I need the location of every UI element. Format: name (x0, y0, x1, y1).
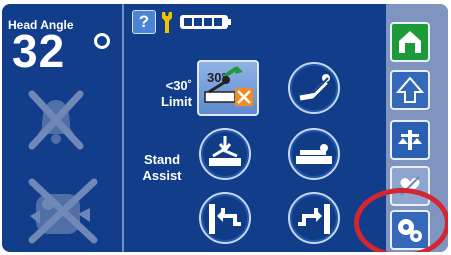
up-arrow-icon (395, 76, 425, 103)
alarm-bell-disabled-icon (22, 88, 90, 150)
limit-label-line-1: <30˚ (165, 78, 192, 93)
home-icon (399, 31, 421, 53)
battery-icon (179, 13, 233, 36)
wrench-icon (160, 10, 174, 34)
exit-right-button[interactable] (288, 192, 340, 244)
bed-control-screen: Head Angle 32 ? <30˚ Limit Stand Assist … (0, 0, 451, 255)
help-button[interactable]: ? (132, 10, 156, 34)
stand-assist-label-line-1: Stand (143, 152, 181, 167)
scale-button[interactable] (390, 120, 430, 160)
stand-assist-label-line-2: Assist (142, 168, 182, 183)
stand-assist-label: Stand Assist (136, 152, 188, 184)
scale-icon (398, 130, 422, 150)
status-column: Head Angle 32 (2, 4, 122, 252)
limit-label: <30˚ Limit (140, 78, 192, 110)
exit-left-button[interactable] (199, 192, 251, 244)
settings-highlight-ring (354, 188, 448, 252)
flat-bed-button[interactable] (288, 128, 340, 180)
stand-assist-bed-button[interactable] (199, 128, 251, 180)
up-button[interactable] (390, 70, 430, 110)
bed-exit-disabled-icon (18, 174, 102, 246)
chair-position-button[interactable] (288, 62, 340, 114)
home-button[interactable] (390, 22, 430, 62)
main-panel: Head Angle 32 ? <30˚ Limit Stand Assist … (2, 4, 448, 252)
head-angle-limit-button[interactable]: 30° (197, 60, 259, 116)
limit-label-line-2: Limit (160, 94, 192, 109)
panel-divider (122, 4, 124, 252)
degree-symbol-icon (94, 33, 110, 49)
head-angle-value: 32 (12, 25, 66, 77)
